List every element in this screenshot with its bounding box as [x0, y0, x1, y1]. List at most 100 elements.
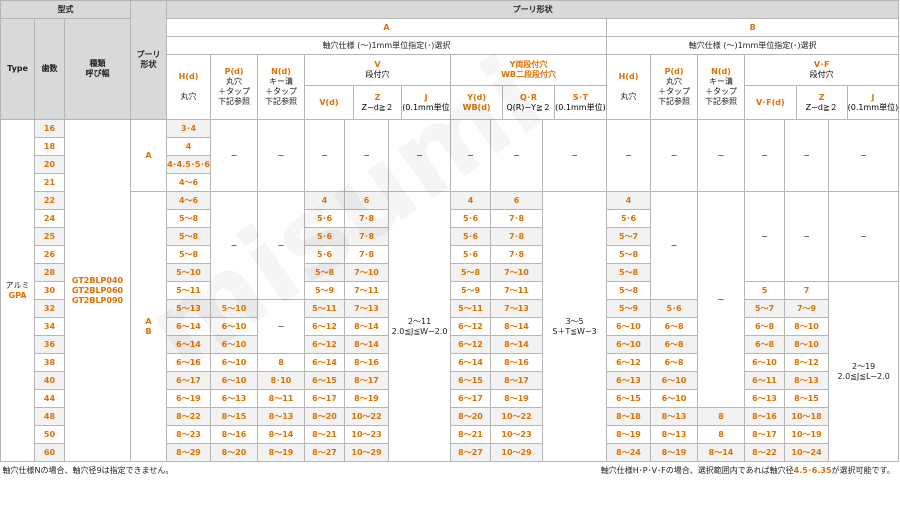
teeth-cell: 50: [34, 425, 65, 444]
y-a-cell: 5･6: [450, 245, 492, 264]
qr-a-cell: 6: [490, 191, 544, 210]
teeth-cell: 20: [34, 155, 65, 174]
sub-n-b: N(d) キー溝 ＋タップ 下記参照: [697, 54, 746, 120]
z-a-dash: −: [344, 119, 390, 192]
p-a-cell: 5～10: [210, 299, 259, 318]
v-a-cell: 8～27: [304, 443, 346, 462]
table-row: 22 A B 4～6− −4 6 2～11 2.0≦J≦W−2.0 4 6 3～5 S＋T≦W−3 4−…: [1, 191, 900, 462]
n-a-cell: 8･10: [257, 371, 306, 390]
n-a-cell: 8～19: [257, 443, 306, 462]
h-b-cell: 5～7: [606, 227, 652, 246]
z-b-cell: 8～12: [784, 353, 830, 372]
h-a-cell: 3･4: [166, 119, 212, 138]
footer-note-right: 軸穴仕様H･P･V･Fの場合、選択範囲内であれば軸穴径4.5･6.35が選択可能…: [600, 465, 895, 475]
j-a-range: 2～11 2.0≦J≦W−2.0: [388, 191, 452, 462]
z-a-cell: 7～10: [344, 263, 390, 282]
n-a-dash: −: [257, 299, 306, 354]
h-a-cell: 4～6: [166, 191, 212, 210]
z-b-dash: −: [784, 119, 830, 192]
p-a-cell: 8～15: [210, 407, 259, 426]
v-a-cell: 5･6: [304, 209, 346, 228]
teeth-cell: 34: [34, 317, 65, 336]
p-b-cell: 5･6: [650, 299, 699, 318]
v-a-cell: 5･6: [304, 227, 346, 246]
h-a-cell: 5～8: [166, 245, 212, 264]
p-a-dash: −: [210, 119, 259, 192]
qr-a-dash: −: [490, 119, 544, 192]
qr-a-cell: 8～16: [490, 353, 544, 372]
v-a-cell: 5～11: [304, 299, 346, 318]
h-a-cell: 8～29: [166, 443, 212, 462]
sub-y-group: Y両段付穴 WB二段段付穴 Y(d) WB(d) Q･R Q(R)−Y≧２ S･T (0.1…: [450, 54, 608, 120]
z-b-cell: 10～18: [784, 407, 830, 426]
vf-b-cell: 5: [744, 281, 786, 300]
vf-b-cell: 8～22: [744, 443, 786, 462]
header-group-a: A: [166, 18, 608, 37]
z-a-cell: 7･8: [344, 245, 390, 264]
h-b-cell: 8～24: [606, 443, 652, 462]
sub-n-a: N(d) キー溝 ＋タップ 下記参照: [257, 54, 306, 120]
n-b-dash: −: [697, 191, 746, 408]
y-a-cell: 6～14: [450, 353, 492, 372]
teeth-cell: 30: [34, 281, 65, 300]
h-a-cell: 6～17: [166, 371, 212, 390]
y-a-cell: 5～9: [450, 281, 492, 300]
h-a-cell: 6～14: [166, 335, 212, 354]
h-a-cell: 4･4.5･5･6: [166, 155, 212, 174]
header-spec-b: 軸穴仕様 (～)1mm単位指定(･)選択: [606, 36, 900, 55]
p-b-dash: −: [650, 119, 699, 192]
z-b-cell: 8～13: [784, 371, 830, 390]
h-a-cell: 8～22: [166, 407, 212, 426]
z-a-cell: 8～17: [344, 371, 390, 390]
qr-a-cell: 7･8: [490, 245, 544, 264]
h-a-cell: 8～23: [166, 425, 212, 444]
h-a-cell: 4～6: [166, 173, 212, 192]
vf-b-cell: 6～10: [744, 353, 786, 372]
h-b-cell: 6～12: [606, 353, 652, 372]
teeth-cell: 16: [34, 119, 65, 138]
y-a-cell: 4: [450, 191, 492, 210]
h-b-cell: 5～8: [606, 281, 652, 300]
n-a-cell: 8～14: [257, 425, 306, 444]
p-a-cell: 6～10: [210, 317, 259, 336]
j-b-dash: −: [828, 191, 900, 282]
teeth-cell: 44: [34, 389, 65, 408]
y-a-cell: 5･6: [450, 227, 492, 246]
y-a-cell: 5･6: [450, 209, 492, 228]
n-b-cell: 8～14: [697, 443, 746, 462]
v-a-cell: 8～21: [304, 425, 346, 444]
qr-a-cell: 7～10: [490, 263, 544, 282]
sub-vf-group: V･F 段付穴 V･F(d) Z Z−d≧２ J (0.1mm単位): [744, 54, 900, 120]
p-a-cell: 6～10: [210, 371, 259, 390]
qr-a-cell: 8～17: [490, 371, 544, 390]
h-b-cell: 6～15: [606, 389, 652, 408]
y-a-cell: 6～15: [450, 371, 492, 390]
vf-b-cell: 8～16: [744, 407, 786, 426]
header-katashiki: 型式: [0, 0, 132, 19]
model-cell: GT2BLP040 GT2BLP060 GT2BLP090: [63, 119, 132, 462]
teeth-cell: 22: [34, 191, 65, 210]
z-a-cell: 7･8: [344, 227, 390, 246]
v-a-cell: 5～9: [304, 281, 346, 300]
v-a-cell: 6～15: [304, 371, 346, 390]
y-a-cell: 6～17: [450, 389, 492, 408]
z-a-cell: 10～23: [344, 425, 390, 444]
vf-b-cell: 6～13: [744, 389, 786, 408]
z-b-cell: 10～24: [784, 443, 830, 462]
h-a-cell: 4: [166, 137, 212, 156]
teeth-cell: 40: [34, 371, 65, 390]
qr-a-cell: 8～19: [490, 389, 544, 408]
y-a-cell: 6～12: [450, 317, 492, 336]
footer-note-left: 軸穴仕様Nの場合、軸穴径9は指定できません。: [2, 465, 174, 475]
p-b-cell: 6～8: [650, 353, 699, 372]
h-b-cell: 5～9: [606, 299, 652, 318]
p-b-cell: 6～8: [650, 317, 699, 336]
teeth-cell: 26: [34, 245, 65, 264]
header-kind: 種類 呼び幅: [63, 18, 132, 120]
z-b-cell: 10～19: [784, 425, 830, 444]
spec-table-panel: misumi 型式 プーリ形状 プーリ形状 Type 歯数 種類呼び幅 A B …: [0, 0, 900, 503]
z-a-cell: 10～29: [344, 443, 390, 462]
p-b-cell: 8～13: [650, 407, 699, 426]
n-a-cell: 8～11: [257, 389, 306, 408]
y-a-cell: 8～27: [450, 443, 492, 462]
